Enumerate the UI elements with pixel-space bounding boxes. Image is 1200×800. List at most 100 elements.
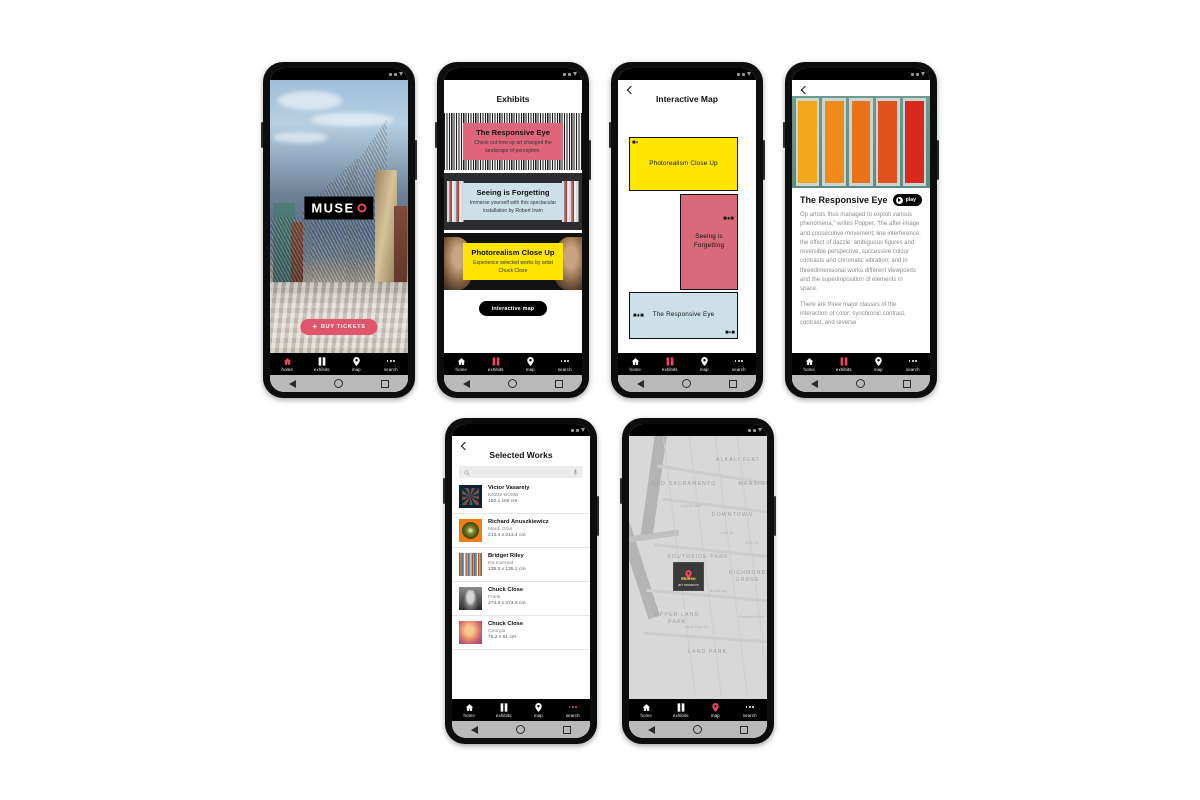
android-back-icon[interactable] xyxy=(811,379,818,388)
map-street-label: Capitol Mall xyxy=(680,504,702,509)
nav-item-search[interactable]: search xyxy=(896,357,931,372)
android-home-icon[interactable] xyxy=(856,379,865,388)
android-recents-icon[interactable] xyxy=(563,725,571,734)
book-icon xyxy=(666,356,674,366)
list-item[interactable]: Chuck Close Georgia 76.2 x 61 cm xyxy=(452,616,590,650)
list-item[interactable]: Chuck Close Frank 274.3 x 274.3 cm xyxy=(452,582,590,616)
nav-item-exhibits[interactable]: exhibits xyxy=(305,356,340,372)
phone-selected-works: Selected Works Victor Vasarely KEZDI-BOM… xyxy=(443,418,599,744)
android-back-icon[interactable] xyxy=(637,379,644,388)
logo-text: MUSE xyxy=(311,200,355,216)
nav-item-map[interactable]: map xyxy=(698,702,733,718)
phone-interactive-map: Interactive Map ■▪ Photorealism Close Up… xyxy=(609,62,765,398)
home-icon xyxy=(642,703,651,712)
artwork-thumbnail xyxy=(459,553,482,576)
android-back-icon[interactable] xyxy=(463,379,470,388)
artist-name: Chuck Close xyxy=(488,621,524,627)
more-dots-icon xyxy=(560,357,569,366)
status-bar xyxy=(618,68,756,80)
nav-label-home: home xyxy=(281,366,293,372)
nav-label-exhibits: exhibits xyxy=(835,366,852,372)
book-icon xyxy=(500,702,508,712)
android-back-icon[interactable] xyxy=(471,725,478,734)
exhibit-card-seeing-is-forgetting[interactable]: Seeing is Forgetting Immerse yourself wi… xyxy=(444,173,582,230)
back-button[interactable] xyxy=(625,86,635,96)
buy-tickets-button[interactable]: + BUY TICKETS xyxy=(300,319,378,335)
room-label: The Responsive Eye xyxy=(652,311,715,319)
nav-item-map[interactable]: map xyxy=(861,356,896,372)
museo-map-marker[interactable]: Museo art museum xyxy=(673,562,704,592)
android-recents-icon[interactable] xyxy=(555,379,563,388)
nav-item-search[interactable]: search xyxy=(374,357,409,372)
nav-item-home[interactable]: home xyxy=(792,357,827,372)
phone-home: MUSE + BUY TICKETS home exhibits map sea… xyxy=(261,62,417,398)
road xyxy=(642,631,767,643)
room-photorealism[interactable]: ■▪ Photorealism Close Up xyxy=(629,136,739,192)
list-item[interactable]: Victor Vasarely KEZDI-BOMB 160 x 160 cm xyxy=(452,480,590,514)
screen-city-map: ALKALI FLAT OLD SACRAMENTO MANSION DOWNT… xyxy=(629,424,767,738)
plus-icon: + xyxy=(312,322,318,331)
restroom-icon: ■♦■ xyxy=(633,313,644,320)
play-label: play xyxy=(905,197,916,203)
detail-body: Op artists thus managed to exploit vario… xyxy=(792,209,930,337)
nav-label-home: home xyxy=(463,712,475,718)
room-responsive-eye[interactable]: ■♦■ The Responsive Eye ■▪■ xyxy=(629,292,739,339)
nav-label-search: search xyxy=(905,366,920,372)
nav-item-exhibits[interactable]: exhibits xyxy=(653,356,688,372)
nav-item-map[interactable]: map xyxy=(339,356,374,372)
nav-item-home[interactable]: home xyxy=(629,703,664,718)
android-recents-icon[interactable] xyxy=(740,725,748,734)
exhibit-card-photorealism[interactable]: Photorealism Close Up Experience selecte… xyxy=(444,233,582,290)
android-home-icon[interactable] xyxy=(516,725,525,734)
nav-item-exhibits[interactable]: exhibits xyxy=(487,702,522,718)
nav-item-search[interactable]: search xyxy=(556,703,591,718)
interactive-map-button[interactable]: interactive map xyxy=(478,301,548,316)
artist-name: Victor Vasarely xyxy=(488,485,530,491)
nav-item-exhibits[interactable]: exhibits xyxy=(827,356,862,372)
nav-item-map[interactable]: map xyxy=(513,356,548,372)
android-home-icon[interactable] xyxy=(334,379,343,388)
map-street-label: 16th St xyxy=(745,541,759,546)
android-back-icon[interactable] xyxy=(289,379,296,388)
play-audio-button[interactable]: play xyxy=(892,194,922,206)
nav-item-exhibits[interactable]: exhibits xyxy=(479,356,514,372)
exhibit-card-responsive-eye[interactable]: The Responsive Eye Check out how op art … xyxy=(444,113,582,170)
artwork-thumbnail xyxy=(459,485,482,508)
map-pin-icon xyxy=(711,702,719,712)
screen-selected-works: Selected Works Victor Vasarely KEZDI-BOM… xyxy=(452,424,590,738)
android-back-icon[interactable] xyxy=(648,725,655,734)
nav-item-map[interactable]: map xyxy=(521,702,556,718)
home-icon xyxy=(465,703,474,712)
nav-item-exhibits[interactable]: exhibits xyxy=(664,702,699,718)
search-input[interactable] xyxy=(459,466,583,478)
nav-item-home[interactable]: home xyxy=(452,703,487,718)
microphone-icon[interactable] xyxy=(573,463,578,481)
nav-item-search[interactable]: search xyxy=(548,357,583,372)
home-content: MUSE + BUY TICKETS xyxy=(270,80,408,353)
nav-item-search[interactable]: search xyxy=(722,357,757,372)
card-body: The Responsive Eye Check out how op art … xyxy=(462,123,564,160)
book-icon xyxy=(492,356,500,366)
list-item[interactable]: Bridget Riley Ra Inverted 135.2 x 135.2 … xyxy=(452,548,590,582)
map-canvas[interactable]: ALKALI FLAT OLD SACRAMENTO MANSION DOWNT… xyxy=(629,436,767,699)
back-button[interactable] xyxy=(459,442,469,452)
map-pin-icon xyxy=(874,356,882,366)
back-button[interactable] xyxy=(799,86,809,96)
list-item[interactable]: Richard Anuszkiewicz Mardi Gras 213.4 x … xyxy=(452,514,590,548)
android-recents-icon[interactable] xyxy=(903,379,911,388)
more-dots-icon xyxy=(568,703,577,712)
android-recents-icon[interactable] xyxy=(381,379,389,388)
android-home-icon[interactable] xyxy=(682,379,691,388)
nav-item-map[interactable]: map xyxy=(687,356,722,372)
nav-item-search[interactable]: search xyxy=(733,703,768,718)
room-seeing-is-forgetting[interactable]: ■♦■ Seeing is Forgetting xyxy=(680,194,739,290)
home-icon xyxy=(457,357,466,366)
nav-item-home[interactable]: home xyxy=(618,357,653,372)
nav-label-map: map xyxy=(699,366,709,372)
android-recents-icon[interactable] xyxy=(729,379,737,388)
nav-item-home[interactable]: home xyxy=(444,357,479,372)
nav-label-exhibits: exhibits xyxy=(672,712,689,718)
android-home-icon[interactable] xyxy=(693,725,702,734)
android-home-icon[interactable] xyxy=(508,379,517,388)
nav-item-home[interactable]: home xyxy=(270,357,305,372)
